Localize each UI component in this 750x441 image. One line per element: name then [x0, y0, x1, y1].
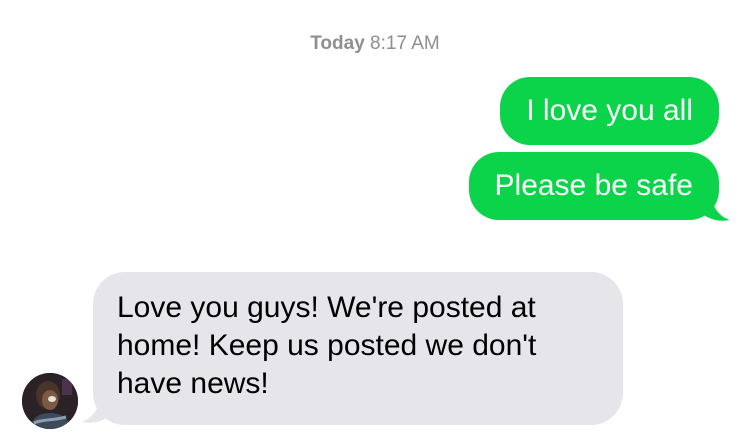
- message-text: Please be safe: [494, 169, 693, 202]
- contact-avatar[interactable]: [22, 373, 78, 429]
- incoming-bubble-tail: [82, 398, 112, 423]
- message-timestamp: Today 8:17 AM: [0, 33, 750, 55]
- message-text: Love you guys! We're posted at home! Kee…: [117, 291, 537, 400]
- incoming-message-bubble[interactable]: Love you guys! We're posted at home! Kee…: [93, 272, 623, 425]
- message-text: I love you all: [526, 94, 693, 127]
- outgoing-message-bubble[interactable]: I love you all: [500, 77, 719, 145]
- timestamp-time: 8:17 AM: [370, 33, 440, 54]
- outgoing-bubble-tail: [700, 198, 730, 221]
- avatar-icon: [22, 373, 78, 429]
- timestamp-day: Today: [310, 33, 365, 54]
- outgoing-message-bubble[interactable]: Please be safe: [468, 152, 719, 220]
